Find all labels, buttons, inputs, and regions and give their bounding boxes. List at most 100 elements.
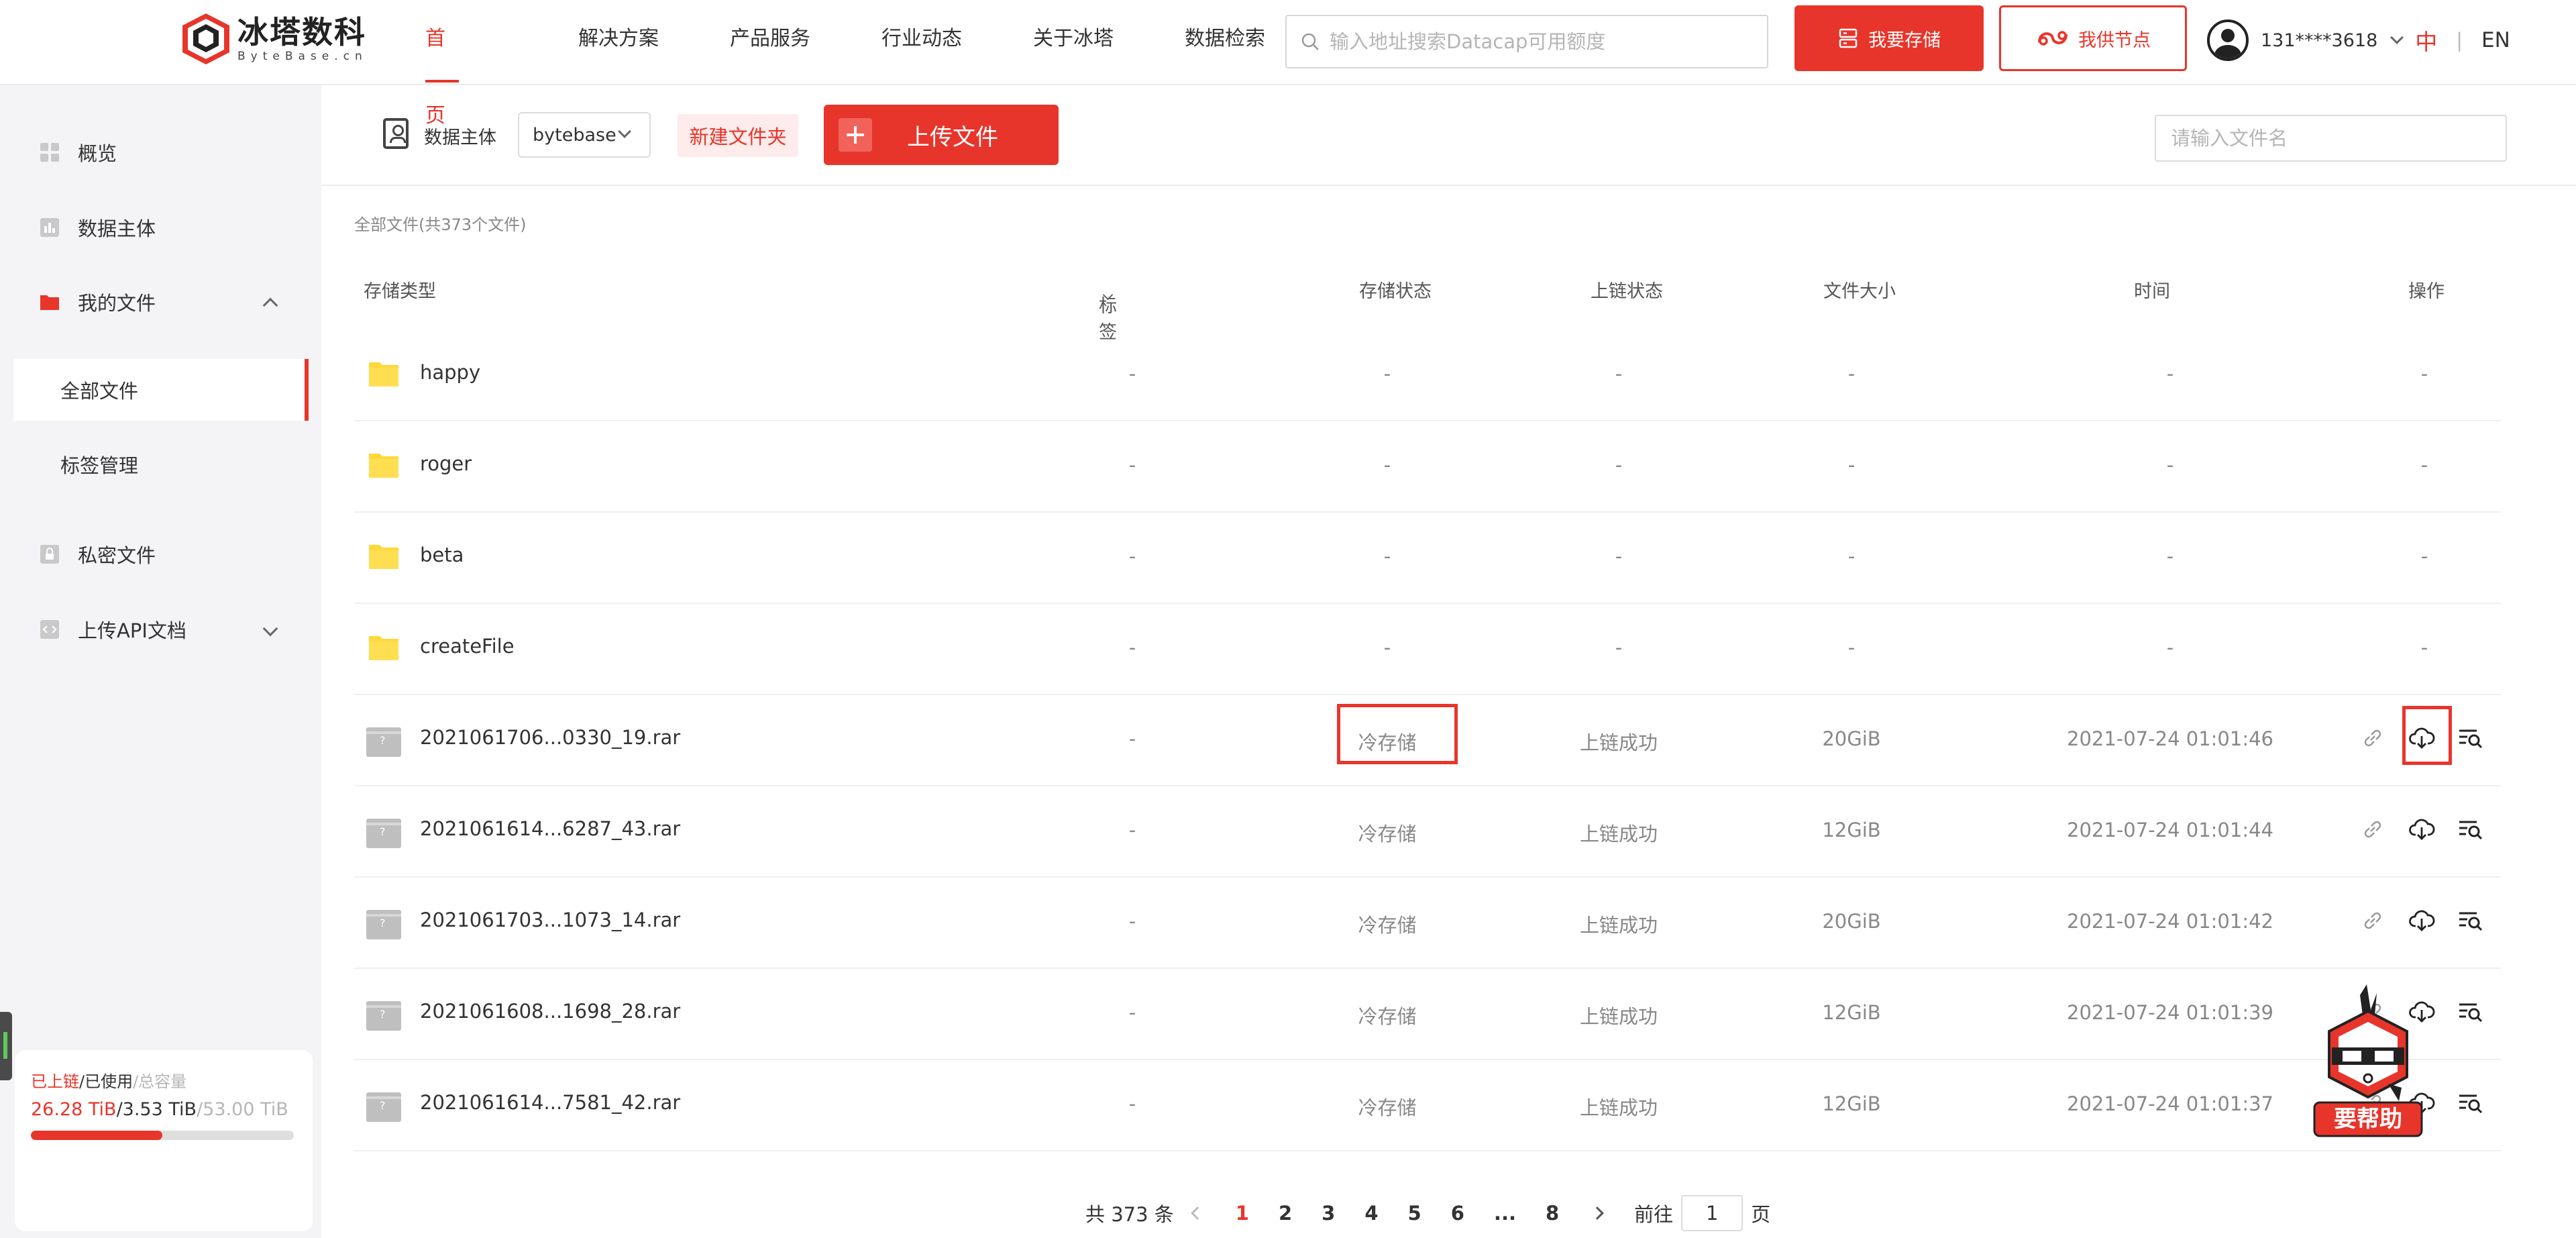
help-mascot[interactable]: 要帮助: [2313, 983, 2424, 1139]
entity-select[interactable]: bytebase: [518, 112, 651, 158]
table-row[interactable]: createFile - - - - - -: [354, 604, 2501, 695]
table-row[interactable]: beta - - - - - -: [354, 513, 2501, 604]
user-menu[interactable]: 131****3618 中 | EN: [2207, 19, 2510, 62]
mascot-label: 要帮助: [2334, 1106, 2402, 1133]
header-size: 文件大小: [1823, 281, 1896, 302]
page-1[interactable]: 1: [1236, 1202, 1249, 1225]
chain-state-cell: -: [1615, 545, 1623, 568]
cloud-download-icon[interactable]: [2408, 816, 2435, 847]
file-size-cell: -: [1847, 636, 1856, 659]
page-ellipsis[interactable]: ...: [1494, 1202, 1516, 1225]
table-row[interactable]: happy - - - - - -: [354, 330, 2501, 421]
header-state: 存储状态: [1359, 281, 1432, 302]
page-8[interactable]: 8: [1546, 1202, 1559, 1225]
avatar[interactable]: [2207, 19, 2249, 61]
op-cell: -: [2420, 362, 2428, 385]
prev-page-button[interactable]: [1190, 1206, 1204, 1220]
nav-about[interactable]: 关于冰塔: [1033, 0, 1114, 84]
page-3[interactable]: 3: [1322, 1202, 1335, 1225]
file-name[interactable]: roger: [420, 452, 472, 475]
next-page-button[interactable]: [1591, 1206, 1605, 1220]
entity-label: 数据主体: [424, 127, 496, 148]
folder-icon: [40, 295, 59, 310]
link-icon[interactable]: [2359, 816, 2386, 847]
nav-data-search[interactable]: 数据检索: [1185, 0, 1265, 84]
file-name[interactable]: 2021061614...6287_43.rar: [420, 817, 680, 840]
sidebar-item-label: 数据主体: [78, 217, 156, 240]
table-row[interactable]: 2021061703...1073_14.rar - 冷存储 上链成功 20GiB 202…: [354, 878, 2501, 969]
tag-cell: -: [1128, 1001, 1136, 1024]
node-button[interactable]: 我供节点: [1999, 5, 2187, 71]
time-cell: -: [2166, 545, 2174, 568]
list-search-icon[interactable]: [2457, 907, 2483, 939]
chain-state-cell: -: [1615, 636, 1623, 659]
sidebar-item-allfiles[interactable]: 全部文件: [13, 359, 309, 421]
table-row[interactable]: 2021061614...7581_42.rar - 冷存储 上链成功 12GiB 202…: [354, 1060, 2501, 1151]
nav-industry[interactable]: 行业动态: [881, 0, 962, 84]
link-icon[interactable]: [2359, 907, 2386, 939]
lang-zh-option[interactable]: 中: [2415, 24, 2437, 56]
sidebar-item-tags[interactable]: 标签管理: [13, 433, 309, 495]
sidebar-item-private[interactable]: 私密文件: [39, 534, 156, 574]
sidebar-item-myfiles[interactable]: 我的文件: [39, 282, 156, 322]
cloud-download-icon[interactable]: [2408, 907, 2435, 939]
list-search-icon[interactable]: [2457, 998, 2483, 1030]
page-6[interactable]: 6: [1451, 1202, 1464, 1225]
sidebar-item-label: 私密文件: [78, 544, 156, 567]
table-row[interactable]: 2021061608...1698_28.rar - 冷存储 上链成功 12GiB 202…: [354, 969, 2501, 1060]
logo[interactable]: 冰塔数科 ByteBase.cn: [181, 12, 368, 66]
used-label: /已使用: [79, 1072, 133, 1091]
sidebar-item-api[interactable]: 上传API文档: [39, 609, 186, 650]
page-4[interactable]: 4: [1364, 1202, 1378, 1225]
file-size-cell: -: [1847, 454, 1856, 476]
list-search-icon[interactable]: [2457, 725, 2483, 756]
tag-cell: -: [1128, 727, 1136, 750]
page-2[interactable]: 2: [1279, 1202, 1292, 1225]
datacap-search[interactable]: [1285, 15, 1768, 68]
storage-state-cell: -: [1383, 454, 1391, 476]
nav-products[interactable]: 产品服务: [730, 0, 810, 84]
file-name[interactable]: createFile: [420, 635, 515, 658]
file-name[interactable]: happy: [420, 361, 480, 384]
drag-handle[interactable]: [0, 1012, 12, 1080]
time-cell: -: [2166, 636, 2174, 659]
list-search-icon[interactable]: [2457, 1090, 2483, 1121]
datacap-search-input[interactable]: [1330, 30, 1759, 53]
node-button-label: 我供节点: [2078, 30, 2151, 51]
file-name[interactable]: 2021061706...0330_19.rar: [420, 726, 680, 749]
link-icon[interactable]: [2359, 725, 2386, 756]
filename-search-input[interactable]: [2171, 116, 2493, 160]
goto-page-input[interactable]: 1: [1681, 1195, 1743, 1231]
page-5[interactable]: 5: [1408, 1202, 1421, 1225]
store-button-label: 我要存储: [1868, 30, 1941, 51]
chevron-up-icon[interactable]: [262, 297, 278, 313]
sidebar-item-overview[interactable]: 概览: [39, 132, 117, 172]
lang-en-option[interactable]: EN: [2481, 28, 2510, 52]
storage-state-cell: 冷存储: [1358, 1096, 1417, 1119]
sidebar-item-entity[interactable]: 数据主体: [39, 207, 156, 248]
chevron-down-icon[interactable]: [2390, 31, 2404, 44]
store-button[interactable]: 我要存储: [1794, 5, 1984, 71]
list-search-icon[interactable]: [2457, 816, 2483, 847]
new-folder-button[interactable]: 新建文件夹: [678, 114, 798, 157]
goto-label: 前往: [1634, 1203, 1674, 1226]
file-name[interactable]: 2021061614...7581_42.rar: [420, 1091, 680, 1114]
nav-solutions[interactable]: 解决方案: [578, 0, 659, 84]
filename-search[interactable]: [2155, 115, 2507, 162]
user-phone[interactable]: 131****3618: [2261, 30, 2377, 51]
chevron-down-icon: [618, 125, 631, 138]
table-row[interactable]: roger - - - - - -: [354, 421, 2501, 513]
upload-file-button[interactable]: 上传文件: [824, 105, 1059, 165]
storage-state-cell: -: [1383, 636, 1391, 659]
file-name[interactable]: 2021061608...1698_28.rar: [420, 1000, 680, 1023]
nav-home[interactable]: 首页: [425, 0, 459, 127]
op-cell: -: [2420, 545, 2428, 568]
table-row[interactable]: 2021061614...6287_43.rar - 冷存储 上链成功 12GiB 202…: [354, 786, 2501, 878]
time-cell: 2021-07-24 01:01:46: [2067, 727, 2273, 750]
file-size-cell: -: [1847, 362, 1856, 385]
file-name[interactable]: beta: [420, 544, 464, 566]
chevron-down-icon[interactable]: [262, 621, 278, 637]
file-name[interactable]: 2021061703...1073_14.rar: [420, 909, 680, 931]
total-value: /53.00 TiB: [197, 1099, 288, 1120]
highlight-download-box: [2402, 706, 2452, 765]
